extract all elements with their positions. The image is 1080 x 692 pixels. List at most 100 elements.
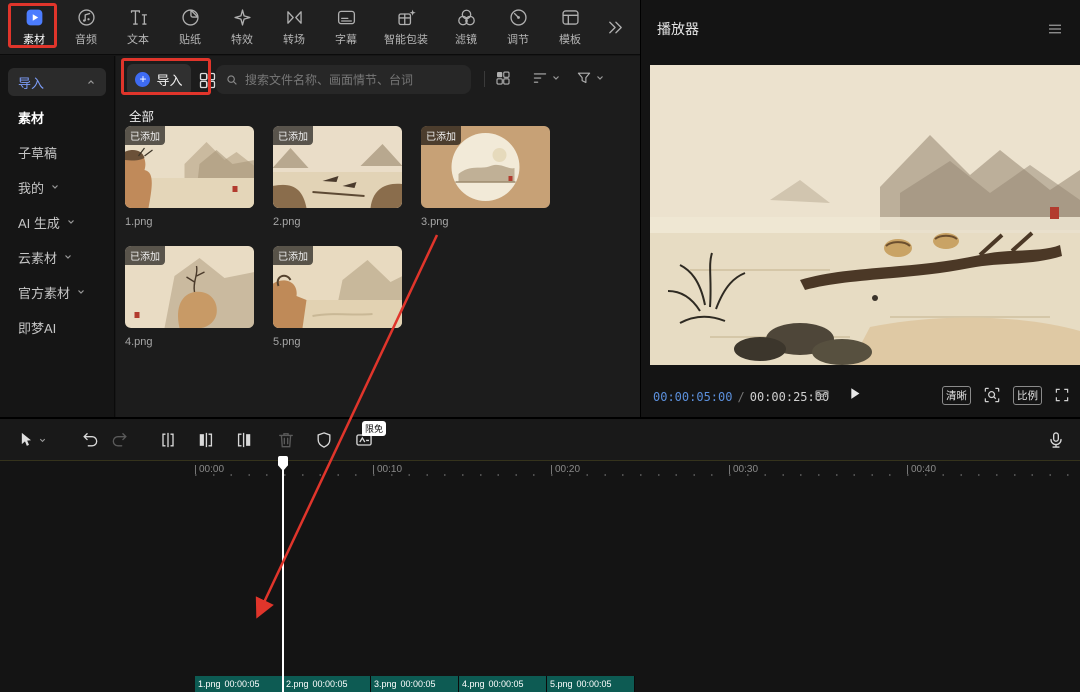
adjust-icon (508, 7, 529, 28)
added-badge: 已添加 (273, 246, 313, 265)
sidebar-item-label: 官方素材 (18, 283, 70, 302)
tab-filter[interactable]: 滤镜 (440, 2, 492, 52)
media-thumbnail[interactable]: 已添加 (125, 246, 254, 328)
play-button[interactable] (846, 385, 863, 407)
media-library-panel: + 导入 全部 已添加 1. (116, 56, 640, 417)
filter-button[interactable] (575, 69, 605, 87)
sidebar-item-import[interactable]: 导入 (8, 68, 106, 96)
redo-button[interactable] (110, 430, 130, 455)
search-bar[interactable] (216, 65, 471, 94)
play-icon (846, 385, 863, 402)
undo-button[interactable] (80, 430, 100, 455)
player-controls: 00:00:05:00 / 00:00:25:00 清晰 比例 (641, 376, 1080, 417)
clip-1[interactable]: 1.png 00:00:05 (195, 676, 283, 692)
tab-template[interactable]: 模板 (544, 2, 596, 52)
media-thumbnail[interactable]: 已添加 (125, 126, 254, 208)
trim-left-button[interactable] (196, 430, 216, 455)
sidebar-item-official-material[interactable]: 官方素材 (8, 278, 106, 306)
clip-name: 1.png (198, 679, 221, 689)
chevron-down-icon (595, 73, 605, 83)
media-item-1[interactable]: 已添加 1.png (125, 126, 254, 228)
sidebar-item-label: 子草稿 (18, 143, 57, 162)
clip-3[interactable]: 3.png 00:00:05 (371, 676, 459, 692)
time-separator: / (737, 390, 744, 404)
smart-caption-button[interactable]: 限免 (354, 430, 374, 455)
collapse-panel-button[interactable] (600, 17, 630, 38)
media-item-4[interactable]: 已添加 4.png (125, 246, 254, 348)
clip-header: 2.png 00:00:05 (283, 676, 370, 692)
sidebar-item-ai-generate[interactable]: AI 生成 (8, 208, 106, 236)
media-item-2[interactable]: 已添加 2.png (273, 126, 402, 228)
trash-icon (276, 430, 296, 450)
free-badge: 限免 (362, 421, 386, 436)
template-icon (560, 7, 581, 28)
clip-4[interactable]: 4.png 00:00:05 (459, 676, 547, 692)
text-icon (128, 7, 149, 28)
record-voiceover-button[interactable] (1046, 430, 1066, 455)
tab-media[interactable]: 素材 (8, 2, 60, 52)
tab-audio[interactable]: 音频 (60, 2, 112, 52)
ratio-button[interactable]: 比例 (1013, 386, 1042, 405)
media-item-3[interactable]: 已添加 3.png (421, 126, 550, 228)
tab-sticker[interactable]: 贴纸 (164, 2, 216, 52)
sort-button[interactable] (531, 69, 561, 87)
chevron-down-icon (76, 287, 86, 297)
clip-2[interactable]: 2.png 00:00:05 (283, 676, 371, 692)
grid-library-icon (197, 70, 218, 91)
material-library-button[interactable] (197, 70, 218, 96)
timeline-ruler[interactable]: 00:00 00:10 00:20 00:30 00:40 (0, 461, 1080, 481)
trim-right-icon (234, 430, 254, 450)
hamburger-menu-icon[interactable] (1046, 20, 1064, 38)
clip-5[interactable]: 5.png 00:00:05 (547, 676, 635, 692)
tab-smart-package[interactable]: 智能包装 (372, 2, 440, 52)
tab-adjust[interactable]: 调节 (492, 2, 544, 52)
chevron-down-icon (66, 217, 76, 227)
media-grid: 已添加 1.png 已添加 2.png 已添加 3.png (125, 126, 585, 348)
sidebar-item-material[interactable]: 素材 (8, 103, 106, 131)
media-thumbnail[interactable]: 已添加 (421, 126, 550, 208)
mask-button[interactable] (314, 430, 334, 455)
tab-transition[interactable]: 转场 (268, 2, 320, 52)
player-panel: 播放器 00:00:05:00 / 00:00:25:00 清晰 比例 (640, 0, 1080, 417)
clip-header: 1.png 00:00:05 (195, 676, 282, 692)
tab-captions[interactable]: 字幕 (320, 2, 372, 52)
sidebar-item-label: 导入 (18, 73, 44, 92)
media-thumbnail[interactable]: 已添加 (273, 126, 402, 208)
clip-duration: 00:00:05 (401, 679, 436, 689)
sticker-icon (180, 7, 201, 28)
sidebar-item-label: 素材 (18, 108, 44, 127)
quality-button[interactable]: 清晰 (942, 386, 971, 405)
tab-label: 字幕 (335, 31, 357, 47)
fullscreen-icon[interactable] (1053, 386, 1071, 404)
import-button-label: 导入 (156, 70, 182, 89)
select-tool-button[interactable] (16, 430, 47, 450)
delete-button[interactable] (276, 430, 296, 455)
sidebar-item-jimeng-ai[interactable]: 即梦AI (8, 313, 106, 341)
trim-right-button[interactable] (234, 430, 254, 455)
media-item-5[interactable]: 已添加 5.png (273, 246, 402, 348)
search-input[interactable] (245, 73, 462, 87)
sidebar-item-subdraft[interactable]: 子草稿 (8, 138, 106, 166)
import-button[interactable]: + 导入 (127, 64, 191, 95)
clip-header: 5.png 00:00:05 (547, 676, 634, 692)
funnel-icon (575, 69, 593, 87)
tab-text[interactable]: 文本 (112, 2, 164, 52)
preview-zoom-icon[interactable] (982, 385, 1002, 405)
media-item-name: 4.png (125, 336, 254, 348)
layout-toggle-button[interactable] (494, 69, 512, 87)
clip-name: 3.png (374, 679, 397, 689)
video-preview[interactable] (650, 65, 1080, 365)
clip-duration: 00:00:05 (489, 679, 524, 689)
segment-view-button[interactable] (813, 386, 831, 409)
tracks-area[interactable]: 封面 1.png 00:00:05 2.png 00:00:05 (0, 481, 1080, 692)
media-thumbnail[interactable]: 已添加 (273, 246, 402, 328)
tab-effects[interactable]: 特效 (216, 2, 268, 52)
sidebar-item-cloud-material[interactable]: 云素材 (8, 243, 106, 271)
playhead-line[interactable] (282, 456, 284, 692)
added-badge: 已添加 (125, 126, 165, 145)
sidebar-item-mine[interactable]: 我的 (8, 173, 106, 201)
grid-view-icon (494, 69, 512, 87)
split-icon (158, 430, 178, 450)
sidebar-item-label: 云素材 (18, 248, 57, 267)
split-button[interactable] (158, 430, 178, 455)
